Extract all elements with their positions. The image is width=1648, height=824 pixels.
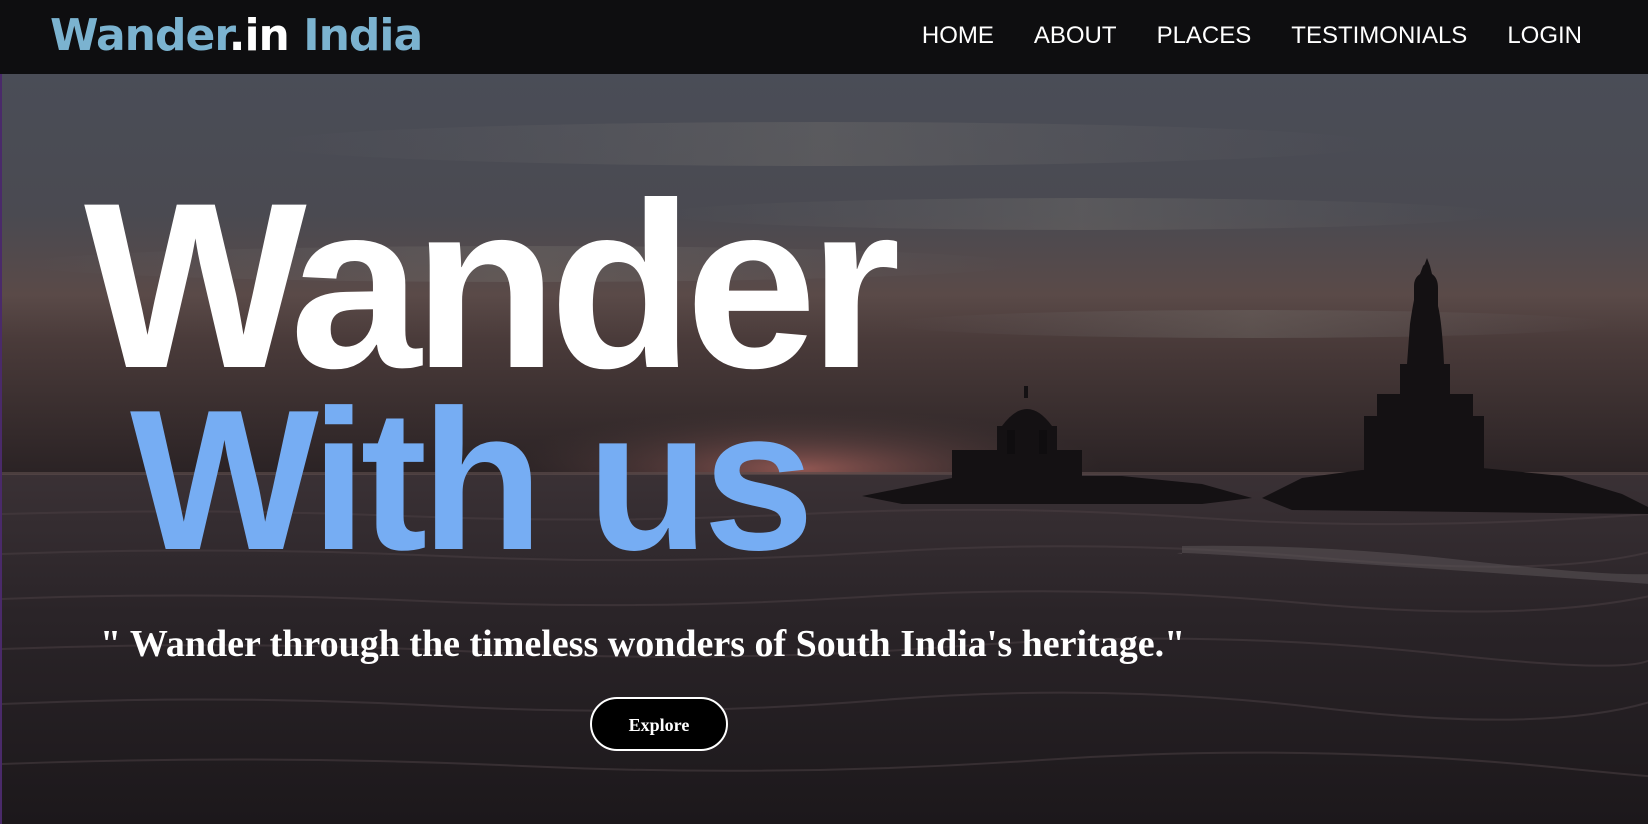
nav-item-about: ABOUT <box>1034 20 1117 52</box>
nav-link-login[interactable]: LOGIN <box>1507 22 1582 49</box>
hero-headline-wander: Wander <box>84 154 901 418</box>
brand-domain-part: .in <box>228 10 290 61</box>
nav-item-places: PLACES <box>1157 20 1252 52</box>
nav-link-places[interactable]: PLACES <box>1157 22 1252 49</box>
hero-tagline: " Wander through the timeless wonders of… <box>100 623 1186 665</box>
nav-item-login: LOGIN <box>1507 20 1582 52</box>
nav-item-testimonials: TESTIMONIALS <box>1291 20 1467 52</box>
nav-item-home: HOME <box>922 20 994 52</box>
nav-link-testimonials[interactable]: TESTIMONIALS <box>1291 22 1467 49</box>
explore-button[interactable]: Explore <box>590 697 728 751</box>
page: Wander.in India HOME ABOUT PLACES TESTIM… <box>0 0 1648 824</box>
brand-country-part: India <box>288 10 423 61</box>
nav-link-home[interactable]: HOME <box>922 22 994 49</box>
hero-headline-with-us: With us <box>130 369 814 592</box>
main-nav: HOME ABOUT PLACES TESTIMONIALS LOGIN <box>922 20 1582 52</box>
nav-link-about[interactable]: ABOUT <box>1034 22 1117 49</box>
brand-logo[interactable]: Wander.in India <box>50 8 423 64</box>
brand-name-part: Wander <box>50 10 230 61</box>
top-navbar: Wander.in India HOME ABOUT PLACES TESTIM… <box>0 0 1648 74</box>
hero-section: Wander With us " Wander through the time… <box>0 74 1648 824</box>
